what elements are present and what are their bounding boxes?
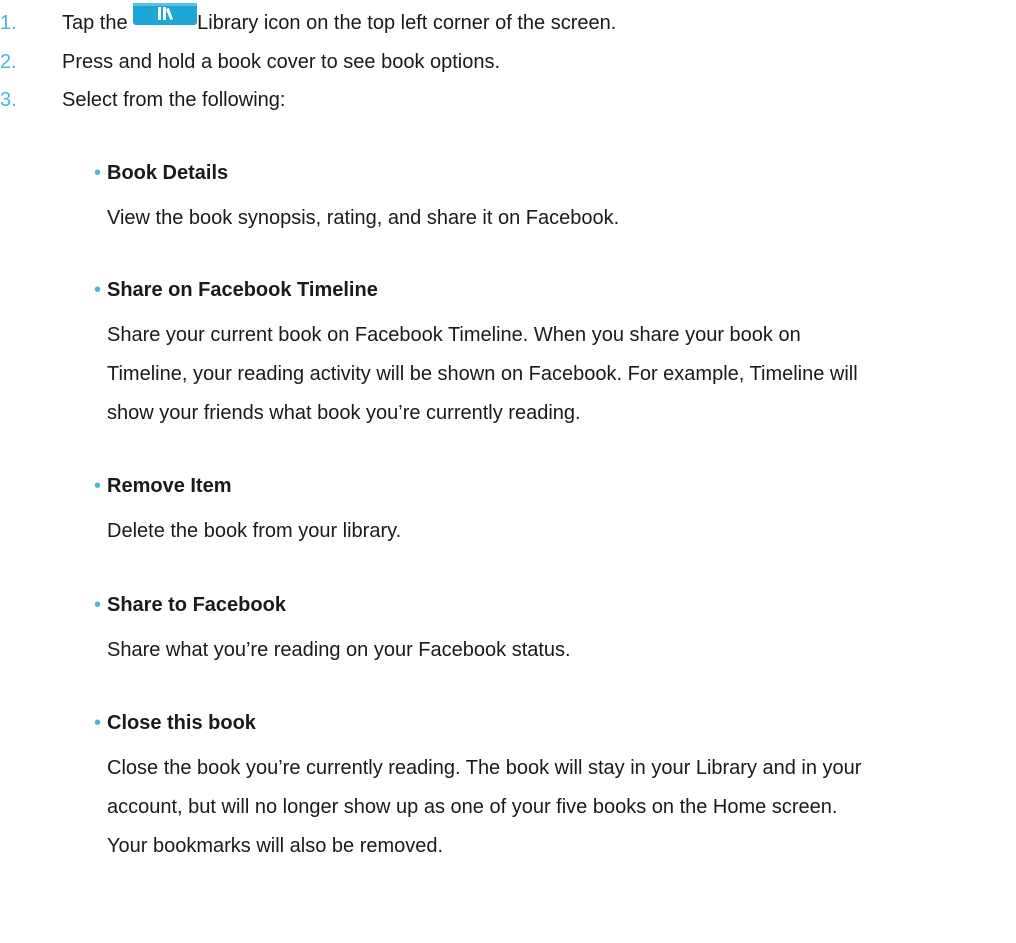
step-text-after-icon: Library icon on the top left corner of t… [197, 12, 617, 34]
bullet: • [94, 712, 102, 734]
description-line: Share your current book on Facebook Time… [107, 324, 801, 346]
option-title: Share to Facebook [107, 594, 286, 616]
description-line: account, but will no longer show up as o… [107, 796, 838, 818]
option-title: Share on Facebook Timeline [107, 279, 378, 301]
description-line: View the book synopsis, rating, and shar… [107, 207, 620, 229]
library-icon [133, 3, 198, 25]
option-description: Close the book you’re currently reading.… [107, 749, 1007, 866]
description-line: Close the book you’re currently reading.… [107, 757, 862, 779]
description-line: Your bookmarks will also be removed. [107, 835, 444, 857]
step-text-before-icon: Tap the [62, 12, 128, 34]
bullet: • [94, 162, 102, 184]
option-description: Delete the book from your library. [107, 512, 1007, 551]
step-text: Tap the Library icon on the top left cor… [62, 3, 617, 37]
bullet: • [94, 475, 102, 497]
description-line: Delete the book from your library. [107, 520, 402, 542]
bullet: • [94, 594, 102, 616]
description-line: show your friends what book you’re curre… [107, 402, 581, 424]
option-description: View the book synopsis, rating, and shar… [107, 199, 1007, 238]
step-text: Press and hold a book cover to see book … [62, 51, 501, 73]
instructions-page: 1. Tap the Library icon on the top left … [0, 0, 1016, 943]
option-description: Share what you’re reading on your Facebo… [107, 631, 1007, 670]
option-title: Close this book [107, 712, 256, 734]
step-number: 1. [0, 12, 17, 34]
description-line: Timeline, your reading activity will be … [107, 363, 858, 385]
step-text: Select from the following: [62, 89, 286, 111]
bullet: • [94, 279, 102, 301]
option-title: Book Details [107, 162, 229, 184]
step-number: 3. [0, 89, 17, 111]
step-number: 2. [0, 51, 17, 73]
description-line: Share what you’re reading on your Facebo… [107, 639, 571, 661]
option-description: Share your current book on Facebook Time… [107, 316, 1007, 433]
option-title: Remove Item [107, 475, 232, 497]
